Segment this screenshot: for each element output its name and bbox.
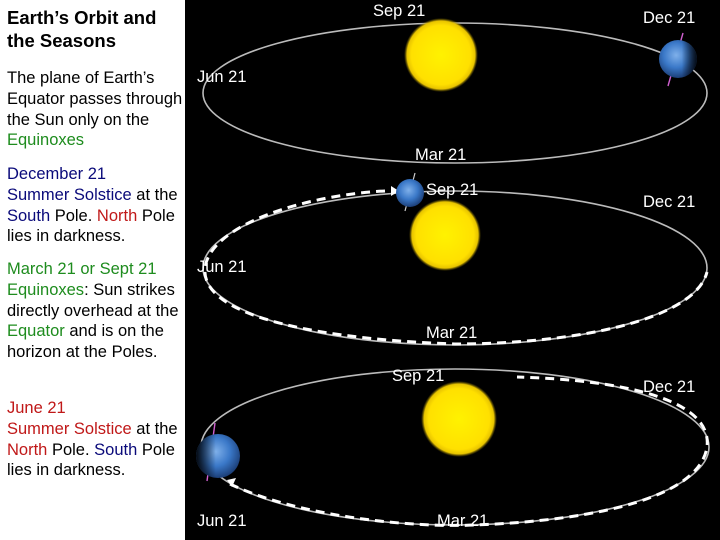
december-note: December 21 Summer Solstice at the South … [7,164,185,247]
text-column: Earth’s Orbit and the Seasons The plane … [0,0,185,540]
label-dec-21: Dec 21 [643,378,696,396]
june-solstice-term: Summer Solstice [7,419,132,438]
label-dec-21: Dec 21 [643,9,696,27]
equator-plane-note: The plane of Earth’s Equator passes thro… [7,68,185,151]
label-sep-21: Sep 21 [392,367,445,385]
equator-term: Equator [7,322,65,341]
label-mar-21: Mar 21 [426,324,478,342]
equinox-note: March 21 or Sept 21 Equinoxes: Sun strike… [7,259,185,363]
sun-icon [421,381,497,457]
diagram-june [196,368,710,527]
june-pole: North [7,440,48,459]
earth-icon [196,422,240,482]
diagram-december [202,18,708,164]
orbit-diagrams-svg [196,18,710,527]
december-dark-pole: North [96,206,138,225]
label-sep-21: Sep 21 [426,181,479,199]
earth-icon [396,172,424,212]
label-jun-21: Jun 21 [197,512,247,530]
orbit-diagram-panel: Sep 21 Dec 21 Jun 21 Mar 21 Sep 21 Dec 2… [185,0,720,540]
label-mar-21: Mar 21 [437,512,489,530]
label-jun-21: Jun 21 [197,68,247,86]
june-note: June 21 Summer Solstice at the North Pole… [7,398,185,481]
label-sep-21: Sep 21 [373,2,426,20]
earth-icon [659,32,697,87]
december-date: December 21 [7,165,107,183]
equator-plane-text: The plane of Earth’s Equator passes thro… [7,69,183,129]
december-at-text: at the [131,185,178,204]
equinox-term: Equinoxes [7,280,85,299]
june-pole-suffix: Pole. [47,440,95,459]
june-dark-pole: South [94,440,138,459]
label-dec-21: Dec 21 [643,193,696,211]
december-pole-suffix: Pole. [50,206,97,225]
june-at-text: at the [131,419,178,438]
page-title: Earth’s Orbit and the Seasons [7,7,157,51]
equinoxes-term: Equinoxes [7,131,85,150]
december-solstice-term: Summer Solstice [7,185,132,204]
equinox-dates: March 21 or Sept 21 [7,260,157,278]
december-pole: South [7,206,51,225]
june-date: June 21 [7,399,66,417]
sun-icon [409,199,481,271]
sun-icon [404,18,478,92]
label-jun-21: Jun 21 [197,258,247,276]
label-mar-21: Mar 21 [415,146,467,164]
